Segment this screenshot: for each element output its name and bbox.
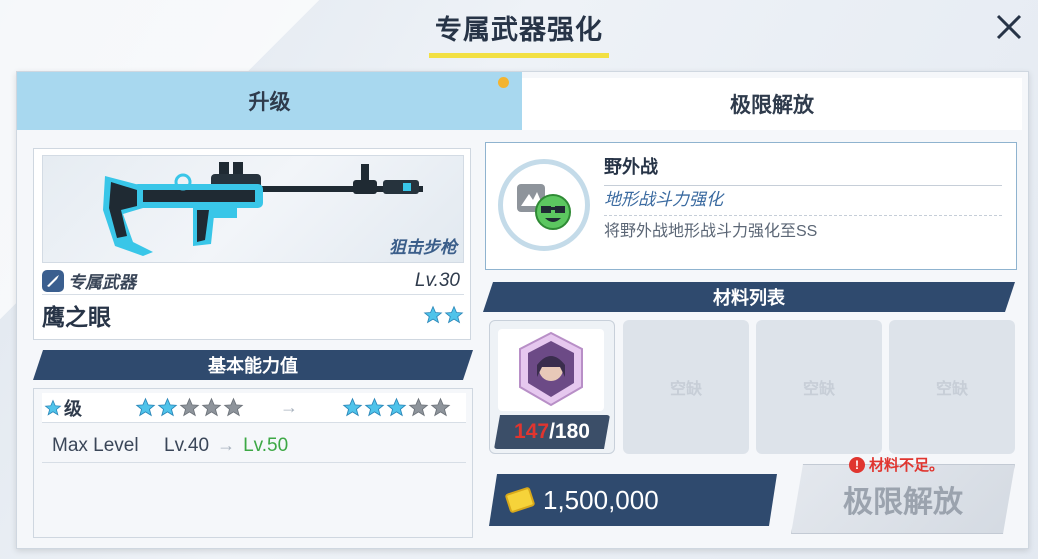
- grade-from-stars: [135, 397, 244, 418]
- arrow-right-icon: →: [280, 397, 298, 417]
- materials-header: 材料列表: [483, 282, 1015, 312]
- warning-text: 材料不足。: [869, 457, 945, 474]
- field-battle-icon: [517, 184, 571, 230]
- star-icon: [423, 305, 443, 324]
- notification-dot: [498, 77, 509, 88]
- cost-display: 1,500,000: [489, 474, 777, 526]
- star-icon: [444, 305, 464, 324]
- exclusive-weapon-label: 专属武器: [42, 268, 136, 293]
- max-level-label: Max Level: [52, 434, 139, 456]
- weapon-image: 狙击步枪: [42, 155, 464, 263]
- star-icon: [386, 397, 407, 417]
- grade-row: 级 →: [42, 393, 466, 423]
- grade-to-stars: [342, 397, 451, 418]
- tab-limit-break[interactable]: 极限解放: [522, 78, 1022, 130]
- grade-text: 级: [64, 398, 82, 419]
- skill-description: 将野外战地形战斗力强化至SS: [604, 223, 818, 240]
- material-count: 147/180: [494, 415, 610, 449]
- skill-card: 野外战 地形战斗力强化 将野外战地形战斗力强化至SS: [485, 142, 1017, 270]
- max-level-from: Lv.40: [164, 434, 210, 456]
- character-token-icon: [519, 331, 583, 407]
- skill-icon: [498, 159, 590, 251]
- close-button[interactable]: [994, 12, 1024, 42]
- weapon-stars: [423, 305, 464, 325]
- material-slot-filled[interactable]: 147/180: [489, 320, 615, 454]
- insufficient-materials-warning: ! 材料不足。: [849, 454, 944, 475]
- basic-stats-card: 级 → Max Level Lv.40 → Lv.50: [33, 388, 473, 538]
- warning-icon: !: [849, 456, 865, 473]
- material-item: [498, 329, 604, 411]
- arrow-right-icon: →: [217, 435, 236, 455]
- star-icon: [44, 399, 62, 416]
- material-count-have: 147: [514, 420, 550, 443]
- skill-subtitle: 地形战斗力强化: [604, 185, 1002, 216]
- page-title: 专属武器强化: [429, 8, 609, 58]
- star-icon: [342, 397, 363, 417]
- header: 专属武器强化: [0, 0, 1038, 58]
- material-slot-empty: 空缺: [889, 320, 1015, 454]
- star-empty-icon: [430, 397, 451, 417]
- weapon-name: 鹰之眼: [42, 304, 111, 330]
- grade-label: 级: [42, 395, 127, 421]
- material-slot-empty: 空缺: [623, 320, 749, 454]
- max-level-to: Lv.50: [243, 434, 289, 456]
- star-empty-icon: [408, 397, 429, 417]
- tab-upgrade[interactable]: 升级: [17, 72, 522, 130]
- star-icon: [157, 397, 178, 417]
- rifle-badge-icon: [42, 269, 64, 292]
- credit-icon: [505, 486, 536, 513]
- star-icon: [135, 397, 156, 417]
- material-slot-empty: 空缺: [756, 320, 882, 454]
- weapon-category: 专属武器: [68, 273, 136, 292]
- weapon-level: Lv.30: [414, 269, 460, 291]
- basic-stats-header: 基本能力值: [33, 350, 473, 380]
- star-empty-icon: [223, 397, 244, 417]
- weapon-name-row: 鹰之眼: [42, 297, 464, 333]
- enhance-panel: 升级 极限解放 狙击步枪 专属武器 Lv.30 鹰之眼 基本能力值 级 → Ma…: [16, 71, 1029, 549]
- weapon-info-row: 专属武器 Lv.30: [42, 267, 464, 295]
- weapon-type: 狙击步枪: [389, 238, 457, 257]
- close-icon: [996, 14, 1022, 40]
- max-level-row: Max Level Lv.40 → Lv.50: [42, 429, 466, 463]
- weapon-card: 狙击步枪 专属武器 Lv.30 鹰之眼: [33, 148, 471, 340]
- star-empty-icon: [179, 397, 200, 417]
- material-count-need: 180: [554, 420, 590, 443]
- skill-name: 野外战: [604, 153, 1002, 186]
- star-icon: [364, 397, 385, 417]
- cost-amount: 1,500,000: [543, 484, 659, 515]
- star-empty-icon: [201, 397, 222, 417]
